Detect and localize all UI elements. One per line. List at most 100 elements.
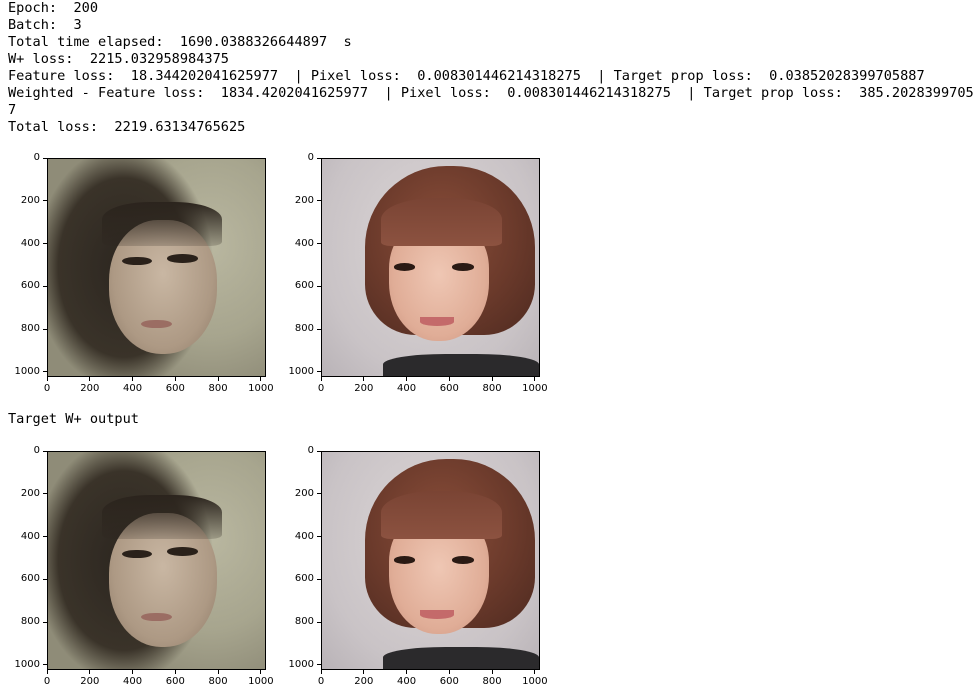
y-tick-mark [43, 578, 47, 580]
y-tick-label: 600 [20, 573, 40, 585]
y-tick-label: 0 [33, 152, 40, 163]
x-tick-label: 800 [482, 676, 502, 687]
training-log: Epoch: 200 Batch: 3 Total time elapsed: 16… [8, 0, 974, 136]
image-frame [321, 158, 540, 377]
y-tick-label: 600 [20, 280, 40, 292]
y-tick-label: 600 [294, 573, 314, 585]
x-tick-mark [320, 670, 322, 674]
x-tick-label: 1000 [248, 383, 274, 394]
image-plot-1: 0 200 400 600 800 1000 0 200 400 600 800 1000 [15, 153, 297, 403]
x-tick-label: 600 [165, 676, 185, 687]
x-tick-mark [132, 377, 134, 381]
x-tick-mark [217, 377, 219, 381]
y-tick-mark [317, 157, 321, 159]
y-tick-label: 800 [294, 616, 314, 628]
log-line-total-loss: Total loss: 2219.63134765625 [8, 119, 246, 135]
y-tick-mark [317, 371, 321, 373]
y-tick-mark [317, 536, 321, 538]
x-tick-label: 400 [397, 383, 417, 394]
y-tick-mark [317, 450, 321, 452]
x-tick-label: 600 [165, 383, 185, 394]
y-tick-mark [43, 493, 47, 495]
y-tick-mark [317, 493, 321, 495]
x-tick-label: 400 [123, 383, 143, 394]
log-line-wplus-loss: W+ loss: 2215.032958984375 [8, 51, 229, 67]
y-tick-label: 200 [20, 194, 40, 206]
x-tick-mark [406, 377, 408, 381]
x-tick-label: 200 [354, 676, 374, 687]
y-tick-label: 0 [33, 445, 40, 456]
x-tick-mark [174, 670, 176, 674]
y-tick-label: 400 [20, 237, 40, 249]
face-image [48, 159, 265, 376]
x-tick-label: 0 [317, 383, 325, 394]
face-image [322, 159, 539, 376]
y-tick-label: 400 [294, 237, 314, 249]
x-tick-label: 400 [123, 676, 143, 687]
log-line-time: Total time elapsed: 1690.0388326644897 s [8, 34, 352, 50]
y-tick-label: 800 [294, 323, 314, 335]
y-tick-label: 800 [20, 616, 40, 628]
x-tick-label: 600 [439, 676, 459, 687]
y-tick-label: 200 [20, 487, 40, 499]
image-plot-3: 0 200 400 600 800 1000 0 200 400 600 800 1000 [15, 446, 297, 696]
y-tick-mark [43, 328, 47, 330]
y-tick-label: 1000 [14, 658, 40, 670]
x-tick-label: 0 [317, 676, 325, 687]
y-tick-label: 800 [20, 323, 40, 335]
y-tick-label: 400 [294, 530, 314, 542]
y-tick-label: 1000 [288, 658, 314, 670]
y-tick-mark [317, 621, 321, 623]
x-tick-label: 1000 [522, 676, 548, 687]
x-tick-mark [89, 377, 91, 381]
x-tick-mark [89, 670, 91, 674]
y-tick-label: 0 [307, 152, 314, 163]
x-tick-label: 0 [43, 383, 51, 394]
y-tick-mark [43, 536, 47, 538]
x-tick-label: 600 [439, 383, 459, 394]
y-tick-mark [317, 285, 321, 287]
y-tick-mark [43, 371, 47, 373]
y-tick-label: 600 [294, 280, 314, 292]
x-tick-label: 200 [80, 383, 100, 394]
y-tick-mark [43, 285, 47, 287]
log-line-epoch: Epoch: 200 [8, 0, 99, 16]
x-tick-label: 800 [208, 383, 228, 394]
x-tick-mark [320, 377, 322, 381]
y-tick-mark [317, 328, 321, 330]
x-tick-mark [448, 377, 450, 381]
x-tick-mark [491, 377, 493, 381]
x-tick-mark [534, 670, 536, 674]
log-line-batch: Batch: 3 [8, 17, 82, 33]
x-tick-mark [534, 377, 536, 381]
x-tick-label: 1000 [522, 383, 548, 394]
y-tick-mark [43, 243, 47, 245]
log-line-feature-loss: Feature loss: 18.344202041625977 | Pixel… [8, 68, 925, 84]
log-line-wrap: 7 [8, 102, 17, 118]
log-line-weighted-loss: Weighted - Feature loss: 1834.4202041625… [8, 85, 974, 101]
x-tick-mark [491, 670, 493, 674]
x-tick-mark [174, 377, 176, 381]
x-tick-mark [363, 670, 365, 674]
image-plot-4: 0 200 400 600 800 1000 0 200 400 600 800 1000 [289, 446, 571, 696]
y-tick-label: 1000 [288, 365, 314, 377]
y-tick-label: 200 [294, 194, 314, 206]
x-tick-label: 400 [397, 676, 417, 687]
x-tick-mark [406, 670, 408, 674]
image-frame [47, 451, 266, 670]
face-image [48, 452, 265, 669]
x-tick-mark [46, 670, 48, 674]
x-tick-mark [46, 377, 48, 381]
face-image [322, 452, 539, 669]
x-tick-label: 800 [208, 676, 228, 687]
x-tick-mark [448, 670, 450, 674]
x-tick-label: 200 [80, 676, 100, 687]
y-tick-label: 400 [20, 530, 40, 542]
image-plot-2: 0 200 400 600 800 1000 0 200 400 600 800 1000 [289, 153, 571, 403]
y-tick-mark [317, 200, 321, 202]
x-tick-mark [363, 377, 365, 381]
x-tick-mark [260, 377, 262, 381]
x-tick-mark [260, 670, 262, 674]
y-tick-mark [43, 621, 47, 623]
x-tick-label: 1000 [248, 676, 274, 687]
